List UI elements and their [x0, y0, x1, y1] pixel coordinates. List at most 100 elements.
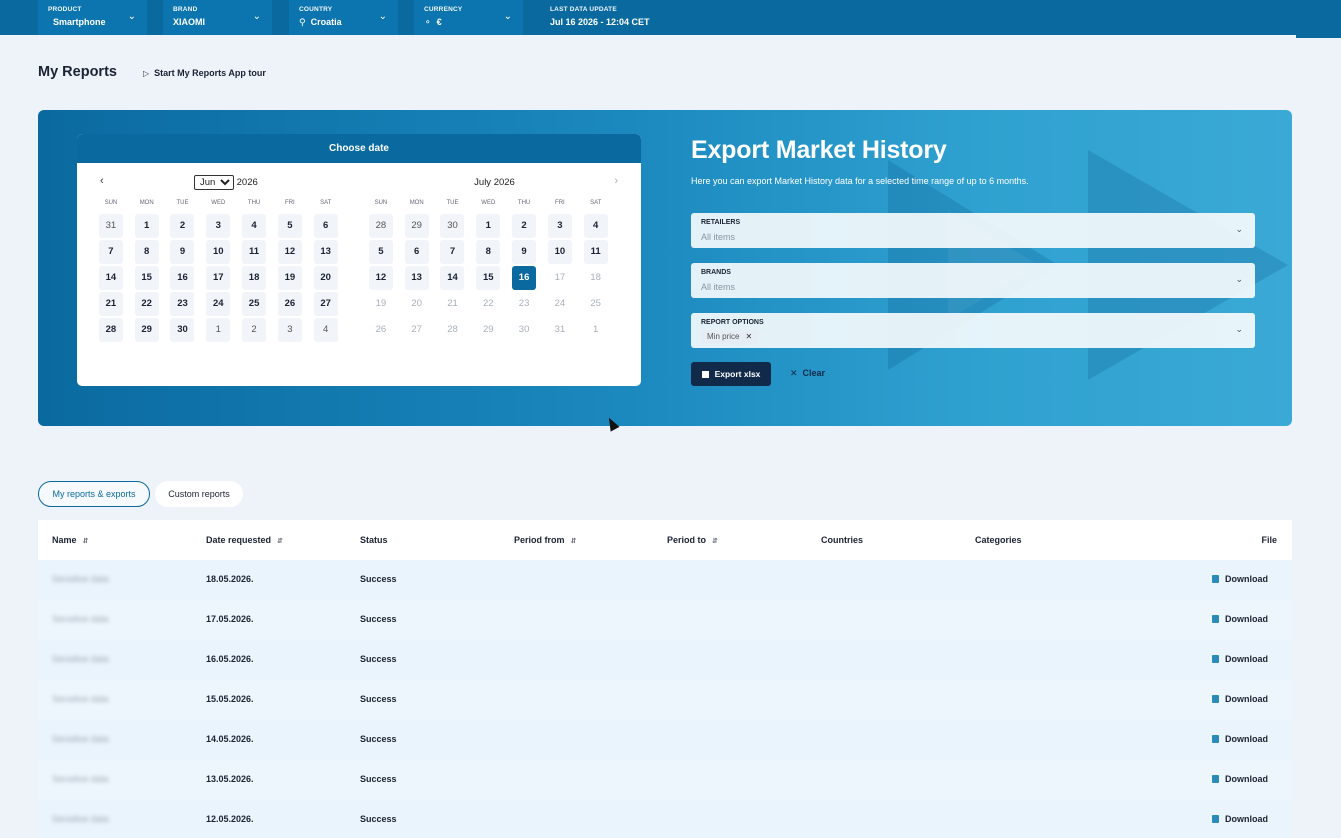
weekday-label: THU [247, 200, 261, 206]
calendar-day[interactable]: 22 [129, 291, 165, 317]
calendar-day-number: 18 [242, 266, 267, 290]
calendar-day[interactable]: 4 [236, 213, 272, 239]
remove-chip-icon[interactable]: ✕ [745, 332, 752, 341]
calendar-day[interactable]: 6 [308, 213, 344, 239]
next-month-arrow-icon[interactable]: › [614, 175, 618, 187]
calendar-day-number: 20 [411, 298, 422, 309]
download-label: Download [1225, 814, 1268, 824]
column-date-requested[interactable]: Date requested ⇵ [206, 535, 283, 545]
calendar-day[interactable]: 30 [165, 317, 201, 343]
calendar-day[interactable]: 29 [399, 213, 435, 239]
export-hero-panel: Choose date ‹ › Jun 2026 July 2026 SUN MO… [38, 110, 1292, 426]
calendar-day[interactable]: 14 [93, 265, 129, 291]
sort-icon: ⇵ [277, 538, 283, 545]
calendar-day[interactable]: 13 [308, 239, 344, 265]
calendar-day[interactable]: 1 [129, 213, 165, 239]
calendar-day[interactable]: 15 [470, 265, 506, 291]
calendar-day[interactable]: 24 [200, 291, 236, 317]
app-tour-link[interactable]: ▷ Start My Reports App tour [143, 68, 266, 78]
calendar-day[interactable]: 29 [129, 317, 165, 343]
calendar-day[interactable]: 9 [165, 239, 201, 265]
download-link[interactable]: Download [1212, 614, 1268, 624]
calendar-day[interactable]: 7 [93, 239, 129, 265]
calendar-day[interactable]: 3 [542, 213, 578, 239]
calendar-day[interactable]: 12 [363, 265, 399, 291]
brand-filter[interactable]: BRAND XIAOMI ⌄ [163, 0, 272, 35]
calendar-day[interactable]: 10 [542, 239, 578, 265]
clear-button[interactable]: ✕ Clear [790, 368, 825, 379]
calendar-day: 24 [542, 291, 578, 317]
calendar-day[interactable]: 8 [470, 239, 506, 265]
calendar-day[interactable]: 17 [200, 265, 236, 291]
weekday-label: MON [409, 200, 424, 206]
calendar-day[interactable]: 10 [200, 239, 236, 265]
calendar-day[interactable]: 28 [363, 213, 399, 239]
calendar-day[interactable]: 5 [272, 213, 308, 239]
calendar-day[interactable]: 5 [363, 239, 399, 265]
calendar-day[interactable]: 26 [272, 291, 308, 317]
tab-custom-reports[interactable]: Custom reports [155, 481, 243, 507]
product-filter[interactable]: PRODUCT Smartphone ⌄ [38, 0, 147, 35]
download-link[interactable]: Download [1212, 574, 1268, 584]
export-xlsx-button[interactable]: Export xlsx [691, 362, 771, 386]
calendar-day[interactable]: 6 [399, 239, 435, 265]
download-link[interactable]: Download [1212, 814, 1268, 824]
brands-select[interactable]: BRANDS All items ⌄ [691, 263, 1255, 298]
column-period-from[interactable]: Period from ⇵ [514, 535, 576, 545]
calendar-day[interactable]: 15 [129, 265, 165, 291]
calendar-day[interactable]: 11 [236, 239, 272, 265]
download-link[interactable]: Download [1212, 774, 1268, 784]
calendar-day-number: 22 [482, 298, 494, 309]
calendar-day[interactable]: 20 [308, 265, 344, 291]
calendar-day[interactable]: 1 [200, 317, 236, 343]
previous-month-arrow-icon[interactable]: ‹ [100, 175, 104, 187]
calendar-day-number: 15 [476, 266, 501, 290]
currency-filter[interactable]: CURRENCY ⚬ € ⌄ [414, 0, 523, 35]
download-link[interactable]: Download [1212, 734, 1268, 744]
calendar-day-number: 15 [134, 266, 159, 290]
last-data-update: LAST DATA UPDATE Jul 16 2026 - 12:04 CET [540, 0, 700, 35]
calendar-day[interactable]: 12 [272, 239, 308, 265]
tab-my-reports-exports[interactable]: My reports & exports [38, 481, 150, 507]
download-link[interactable]: Download [1212, 654, 1268, 664]
table-row: Sensitive data 14.05.2026. Success Download [38, 720, 1292, 760]
calendar-day[interactable]: 8 [129, 239, 165, 265]
calendar-day[interactable]: 30 [435, 213, 471, 239]
status: Success [360, 574, 397, 584]
weekday-label: THU [517, 200, 531, 206]
download-link[interactable]: Download [1212, 694, 1268, 704]
calendar-day-selected[interactable]: 16 [506, 265, 542, 291]
calendar-day[interactable]: 31 [93, 213, 129, 239]
sort-icon: ⇵ [82, 538, 89, 545]
calendar-day[interactable]: 13 [399, 265, 435, 291]
weekday-header: SUN MON TUE WED THU FRI SAT [93, 197, 344, 213]
calendar-day[interactable]: 19 [272, 265, 308, 291]
calendar-day[interactable]: 23 [165, 291, 201, 317]
calendar-day[interactable]: 2 [236, 317, 272, 343]
calendar-day[interactable]: 21 [93, 291, 129, 317]
calendar-day[interactable]: 28 [93, 317, 129, 343]
calendar-day[interactable]: 16 [165, 265, 201, 291]
retailers-select[interactable]: RETAILERS All items ⌄ [691, 213, 1255, 248]
calendar-day[interactable]: 4 [578, 213, 614, 239]
report-options-select[interactable]: REPORT OPTIONS Min price ✕ ⌄ [691, 313, 1255, 348]
calendar-day[interactable]: 27 [308, 291, 344, 317]
column-period-to[interactable]: Period to ⇵ [667, 535, 718, 545]
report-name: Sensitive data [52, 774, 109, 784]
calendar-day[interactable]: 18 [236, 265, 272, 291]
calendar-day[interactable]: 3 [200, 213, 236, 239]
calendar-day[interactable]: 3 [272, 317, 308, 343]
country-filter[interactable]: COUNTRY ⚲ Croatia ⌄ [289, 0, 398, 35]
calendar-day[interactable]: 4 [308, 317, 344, 343]
calendar-day[interactable]: 9 [506, 239, 542, 265]
calendar-day[interactable]: 7 [435, 239, 471, 265]
calendar-day[interactable]: 11 [578, 239, 614, 265]
calendar-day[interactable]: 25 [236, 291, 272, 317]
calendar-day[interactable]: 1 [470, 213, 506, 239]
chevron-down-icon: ⌄ [1235, 224, 1243, 234]
calendar-day[interactable]: 2 [506, 213, 542, 239]
column-name[interactable]: Name ⇵ [52, 535, 88, 545]
calendar-day[interactable]: 14 [435, 265, 471, 291]
calendar-day[interactable]: 2 [165, 213, 201, 239]
month-select[interactable]: Jun [194, 175, 234, 190]
